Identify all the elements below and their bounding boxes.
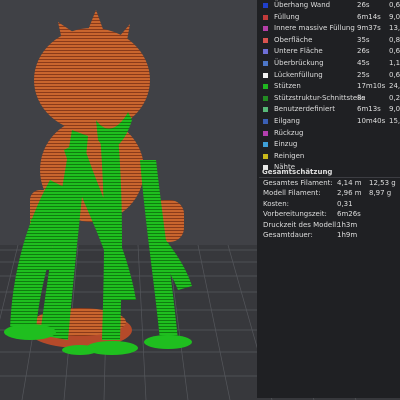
legend-item-deretract: Einzug xyxy=(257,139,400,151)
summary-row-total-filament: Gesamtes Filament: 4,14 m 12,53 g xyxy=(257,178,400,188)
legend-time: 6m14s xyxy=(357,12,381,21)
legend-swatch xyxy=(263,142,268,148)
legend-percent: 9,05 xyxy=(389,12,400,21)
summary-value: 1h9m xyxy=(337,230,358,239)
summary-value: 2,96 m xyxy=(337,189,362,198)
legend-percent: 0,89 xyxy=(389,35,400,44)
summary-label: Vorbereitungszeit: xyxy=(263,210,327,219)
legend-label: Rückzug xyxy=(274,128,304,137)
legend-swatch xyxy=(263,49,268,55)
legend-item-bottom-surface: Untere Fläche 26s 0,65 xyxy=(257,46,400,58)
legend-percent: 9,05 xyxy=(389,105,400,114)
legend-label: Stützen xyxy=(274,82,301,91)
legend-time: 6m13s xyxy=(357,105,381,114)
legend-item-bridge: Überbrückung 45s 1,1 xyxy=(257,58,400,70)
summary-table: Gesamtes Filament: 4,14 m 12,53 g Modell… xyxy=(257,178,400,240)
legend-item-wipe: Reinigen xyxy=(257,151,400,163)
summary-row-prepare-time: Vorbereitungszeit: 6m26s xyxy=(257,209,400,219)
legend-item-support-interface: Stützstruktur-Schnittstelle 8s 0,2 xyxy=(257,93,400,105)
legend-label: Füllung xyxy=(274,12,300,21)
summary-label: Gesamtes Filament: xyxy=(263,179,333,187)
legend-label: Einzug xyxy=(274,140,298,149)
legend-label: Eilgang xyxy=(274,116,300,125)
legend-swatch xyxy=(263,26,268,32)
legend-swatch xyxy=(263,153,268,159)
legend-swatch xyxy=(263,3,268,8)
legend-time: 45s xyxy=(357,58,370,67)
summary-value-secondary: 12,53 g xyxy=(369,179,396,187)
summary-row-model-print-time: Druckzeit des Modell: 1h3m xyxy=(257,220,400,230)
legend-percent: 24,8 xyxy=(389,82,400,91)
legend-percent: 15,4 xyxy=(389,116,400,125)
legend-label: Überbrückung xyxy=(274,58,324,67)
legend-item-top-surface: Oberfläche 35s 0,89 xyxy=(257,35,400,47)
legend-list: Überhang Wand 26s 0,65 Füllung 6m14s 9,0… xyxy=(257,0,400,174)
summary-label: Modell Filament: xyxy=(263,189,321,198)
legend-swatch xyxy=(263,118,268,124)
legend-label: Überhang Wand xyxy=(274,1,331,9)
legend-panel: Überhang Wand 26s 0,65 Füllung 6m14s 9,0… xyxy=(257,0,400,398)
legend-time: 26s xyxy=(357,47,370,56)
legend-time: 9m37s xyxy=(357,24,381,33)
legend-percent: 1,1 xyxy=(389,58,400,67)
legend-time: 35s xyxy=(357,35,370,44)
legend-item-custom: Benutzerdefiniert 6m13s 9,05 xyxy=(257,104,400,116)
legend-time: 10m40s xyxy=(357,116,386,125)
legend-label: Lückenfüllung xyxy=(274,70,323,79)
summary-value: 4,14 m xyxy=(337,179,362,187)
legend-percent: 0,65 xyxy=(389,47,400,56)
legend-swatch xyxy=(263,72,268,78)
legend-time: 26s xyxy=(357,1,370,9)
legend-swatch xyxy=(263,37,268,43)
legend-percent: 0,2 xyxy=(389,93,400,102)
summary-title: Gesamtschätzung xyxy=(262,168,333,176)
legend-item-travel: Eilgang 10m40s 15,4 xyxy=(257,116,400,128)
summary-label: Druckzeit des Modell: xyxy=(263,220,339,229)
summary-value: 6m26s xyxy=(337,210,361,219)
legend-label: Innere massive Füllung xyxy=(274,24,355,33)
legend-item-retract: Rückzug xyxy=(257,128,400,140)
legend-time: 17m10s xyxy=(357,82,386,91)
legend-swatch xyxy=(263,95,268,101)
summary-row-model-filament: Modell Filament: 2,96 m 8,97 g xyxy=(257,188,400,198)
legend-percent: 0,61 xyxy=(389,70,400,79)
legend-swatch xyxy=(263,14,268,20)
legend-label: Stützstruktur-Schnittstelle xyxy=(274,93,366,102)
legend-swatch xyxy=(263,60,268,66)
summary-label: Gesamtdauer: xyxy=(263,230,313,239)
summary-row-cost: Kosten: 0,31 xyxy=(257,199,400,209)
legend-item-gap-fill: Lückenfüllung 25s 0,61 xyxy=(257,70,400,82)
summary-value-secondary: 8,97 g xyxy=(369,189,392,198)
legend-item-supports: Stützen 17m10s 24,8 xyxy=(257,81,400,93)
legend-label: Untere Fläche xyxy=(274,47,323,56)
legend-percent: 0,65 xyxy=(389,1,400,9)
legend-swatch xyxy=(263,130,268,136)
summary-label: Kosten: xyxy=(263,199,290,208)
summary-row-total-time: Gesamtdauer: 1h9m xyxy=(257,230,400,240)
legend-swatch xyxy=(263,107,268,113)
legend-item-inner-solid-infill: Innere massive Füllung 9m37s 13,9 xyxy=(257,23,400,35)
summary-value: 0,31 xyxy=(337,199,353,208)
legend-label: Oberfläche xyxy=(274,35,313,44)
legend-item-overhang-wall: Überhang Wand 26s 0,65 xyxy=(257,0,400,12)
legend-label: Benutzerdefiniert xyxy=(274,105,335,114)
legend-item-infill: Füllung 6m14s 9,05 xyxy=(257,12,400,24)
summary-value: 1h3m xyxy=(337,220,358,229)
legend-percent: 13,9 xyxy=(389,24,400,33)
legend-swatch xyxy=(263,84,268,90)
legend-time: 25s xyxy=(357,70,370,79)
legend-label: Reinigen xyxy=(274,151,305,160)
legend-time: 8s xyxy=(357,93,366,102)
